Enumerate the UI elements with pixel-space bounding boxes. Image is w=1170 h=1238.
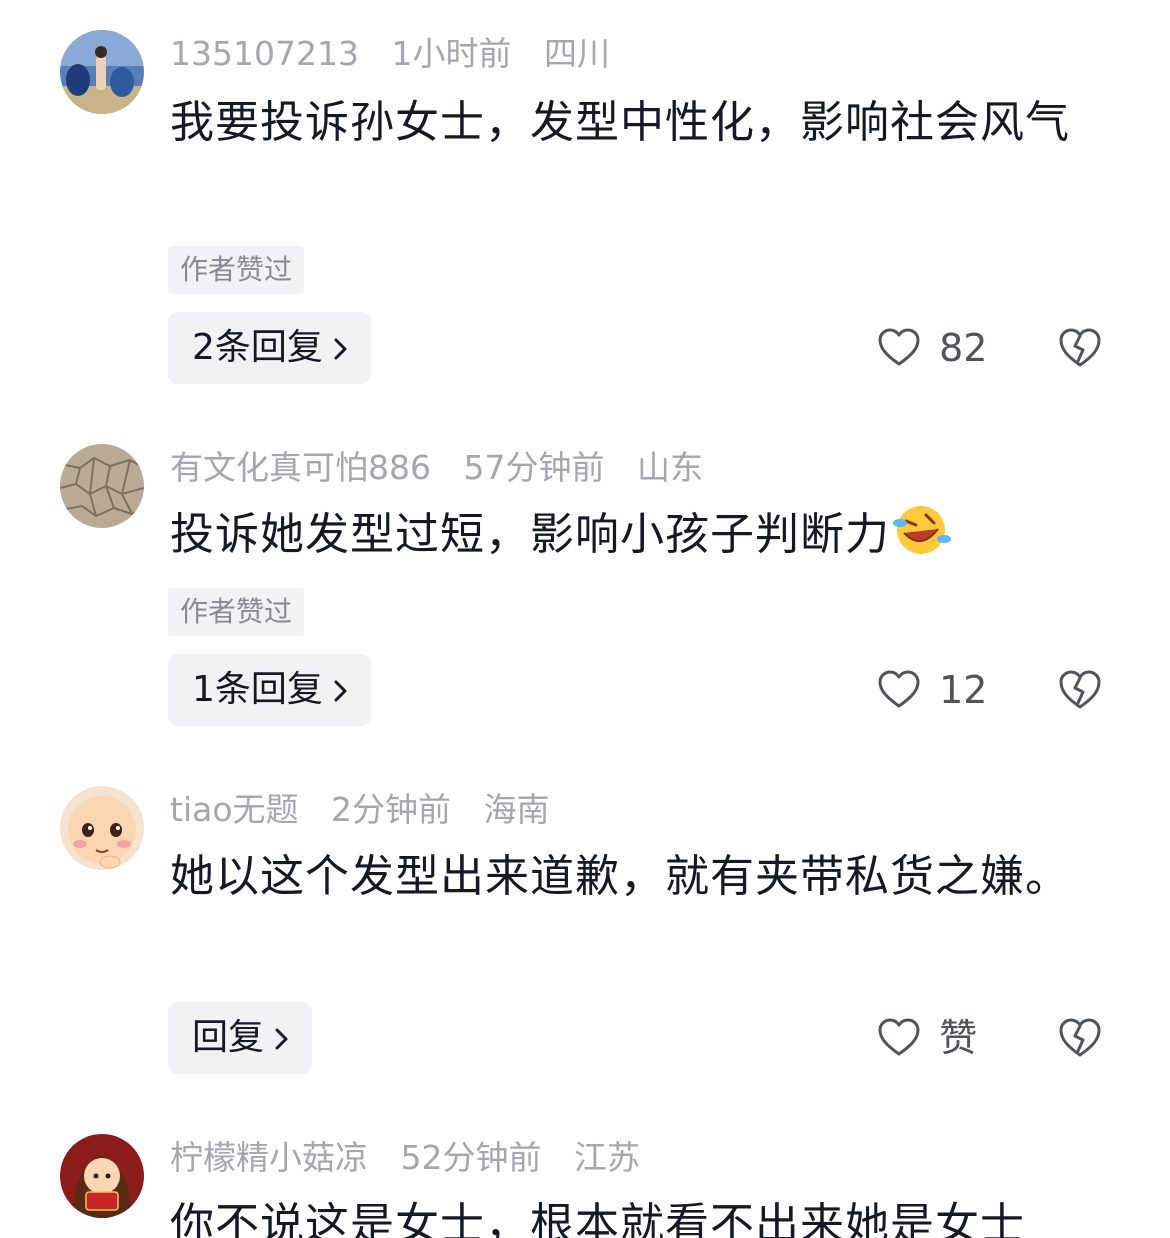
username[interactable]: tiao无题 [170,790,299,829]
chevron-right-icon [275,1028,288,1050]
broken-heart-icon [1059,328,1101,367]
username[interactable]: 135107213 [170,34,359,73]
like-label: 赞 [939,1016,978,1060]
comment-text: 投诉她发型过短，影响小孩子判断力 [170,500,1100,570]
avatar[interactable] [60,1134,144,1218]
location: 海南 [483,790,550,829]
like-count: 82 [939,326,988,370]
timestamp: 2分钟前 [331,790,452,829]
avatar[interactable] [60,30,144,114]
location: 四川 [543,34,610,73]
author-liked-tag: 作者赞过 [168,588,305,636]
location: 山东 [637,448,703,487]
comment-meta: 135107213 1小时前 四川 [170,32,632,76]
avatar-photo-beach [60,30,144,114]
like-button[interactable]: 赞 [878,1014,977,1062]
avatar-cartoon-girl [60,1134,144,1218]
reply-label: 回复 [192,1017,265,1058]
avatar-cracked-earth [60,444,144,528]
timestamp: 52分钟前 [400,1138,542,1177]
rolling-laughing-emoji [893,506,951,554]
like-button[interactable]: 12 [878,666,987,714]
reply-label: 2条回复 [192,327,323,368]
like-button[interactable]: 82 [878,324,987,372]
comment-meta: 柠檬精小菇凉 52分钟前 江苏 [170,1136,662,1180]
heart-icon [878,328,920,366]
username[interactable]: 有文化真可怕886 [170,448,431,487]
view-replies-button[interactable]: 2条回复 [168,312,371,384]
comment-text-content: 投诉她发型过短，影响小孩子判断力 [170,509,890,560]
like-count: 12 [939,668,988,712]
comment-meta: tiao无题 2分钟前 海南 [170,788,572,832]
view-replies-button[interactable]: 1条回复 [168,654,371,726]
broken-heart-icon [1059,1018,1101,1057]
dislike-button[interactable] [1058,669,1102,711]
dislike-button[interactable] [1058,327,1102,369]
author-liked-tag: 作者赞过 [168,246,305,294]
location: 江苏 [574,1138,640,1177]
broken-heart-icon [1059,670,1101,709]
comment-text: 我要投诉孙女士，发型中性化，影响社会风气 [170,97,1070,148]
heart-icon [878,1018,920,1056]
avatar[interactable] [60,786,144,870]
username[interactable]: 柠檬精小菇凉 [170,1138,368,1177]
timestamp: 1小时前 [391,34,512,73]
dislike-button[interactable] [1058,1017,1102,1059]
timestamp: 57分钟前 [463,448,605,487]
avatar-cartoon-face [60,786,144,870]
chevron-right-icon [334,338,347,360]
chevron-right-icon [334,680,347,702]
reply-label: 1条回复 [192,669,323,710]
heart-icon [878,670,920,708]
avatar[interactable] [60,444,144,528]
reply-button[interactable]: 回复 [168,1002,313,1074]
comment-text: 你不说这是女士，根本就看不出来她是女士 [170,1199,1025,1238]
comment-meta: 有文化真可怕886 57分钟前 山东 [170,446,725,490]
comment-text: 她以这个发型出来道歉，就有夹带私货之嫌。 [170,851,1070,902]
